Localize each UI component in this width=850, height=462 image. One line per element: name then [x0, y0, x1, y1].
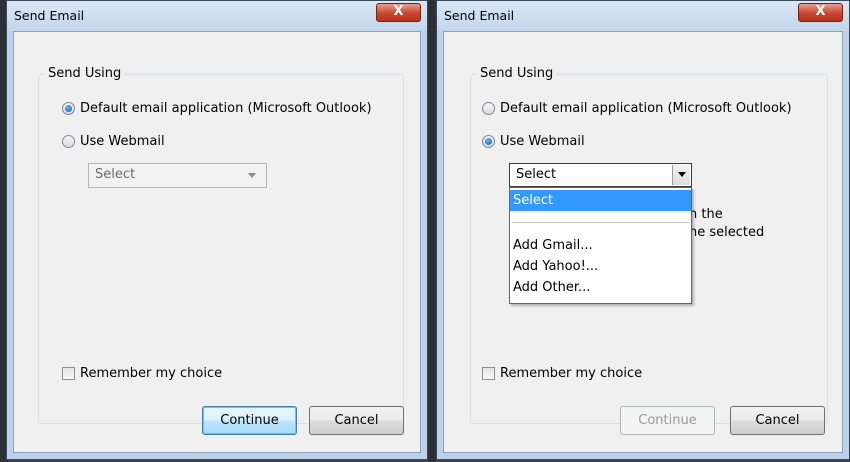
left-group-label: Send Using [45, 66, 125, 81]
right-radio-webmail[interactable] [482, 135, 495, 148]
dropdown-separator [512, 222, 689, 223]
right-radio-default-label: Default email application (Microsoft Out… [500, 101, 792, 116]
left-radio-default-row[interactable]: Default email application (Microsoft Out… [62, 101, 372, 116]
left-dialog-title: Send Email [14, 8, 85, 23]
left-webmail-select-value: Select [95, 167, 136, 182]
right-radio-default-row[interactable]: Default email application (Microsoft Out… [482, 101, 792, 116]
left-dialog-body: Send Using Default email application (Mi… [13, 31, 421, 453]
left-webmail-select: Select [88, 163, 267, 188]
chevron-down-icon [678, 172, 686, 177]
background-strip-middle [428, 0, 436, 462]
left-radio-default[interactable] [62, 102, 75, 115]
left-radio-default-label: Default email application (Microsoft Out… [80, 101, 372, 116]
right-radio-webmail-row[interactable]: Use Webmail [482, 134, 585, 149]
left-cancel-label: Cancel [334, 413, 379, 428]
right-hint-text-line1: n the [689, 207, 723, 222]
left-radio-webmail-label: Use Webmail [80, 134, 165, 149]
close-icon: X [815, 4, 826, 19]
right-continue-label: Continue [638, 413, 697, 428]
left-remember-label: Remember my choice [80, 366, 223, 381]
left-continue-button[interactable]: Continue [202, 406, 297, 435]
left-radio-webmail[interactable] [62, 135, 75, 148]
right-title-bar[interactable]: Send Email X [437, 1, 849, 31]
right-webmail-select-value: Select [516, 167, 557, 182]
right-webmail-dropdown-list: Select Add Gmail... Add Yahoo!... Add Ot… [509, 187, 692, 304]
dropdown-option-add-gmail[interactable]: Add Gmail... [510, 235, 691, 256]
right-remember-row[interactable]: Remember my choice [482, 366, 642, 381]
right-continue-button[interactable]: Continue [620, 406, 715, 435]
left-continue-label: Continue [220, 413, 279, 428]
left-radio-webmail-row[interactable]: Use Webmail [62, 134, 165, 149]
chevron-down-icon [248, 173, 256, 178]
right-group-label: Send Using [477, 66, 557, 81]
right-close-button[interactable]: X [798, 3, 843, 22]
right-remember-checkbox[interactable] [482, 367, 495, 380]
right-dialog-body: Send Using Default email application (Mi… [443, 31, 843, 453]
right-radio-default[interactable] [482, 102, 495, 115]
left-send-email-dialog: Send Email X Send Using Default email ap… [6, 0, 428, 460]
right-radio-webmail-label: Use Webmail [500, 134, 585, 149]
dropdown-option-select[interactable]: Select [510, 190, 691, 211]
right-remember-label: Remember my choice [500, 366, 643, 381]
dropdown-option-add-yahoo[interactable]: Add Yahoo!... [510, 256, 691, 277]
dropdown-option-add-other[interactable]: Add Other... [510, 277, 691, 298]
right-dialog-title: Send Email [444, 8, 515, 23]
right-cancel-label: Cancel [755, 413, 800, 428]
left-cancel-button[interactable]: Cancel [309, 406, 404, 435]
left-remember-checkbox[interactable] [62, 367, 75, 380]
left-close-button[interactable]: X [376, 3, 421, 22]
right-webmail-select[interactable]: Select [509, 163, 692, 187]
close-icon: X [393, 4, 404, 19]
left-remember-row[interactable]: Remember my choice [62, 366, 222, 381]
right-send-email-dialog: Send Email X Send Using Default email ap… [436, 0, 850, 460]
right-hint-text-line2: he selected [689, 225, 765, 240]
right-cancel-button[interactable]: Cancel [730, 406, 825, 435]
left-title-bar[interactable]: Send Email X [7, 1, 427, 31]
